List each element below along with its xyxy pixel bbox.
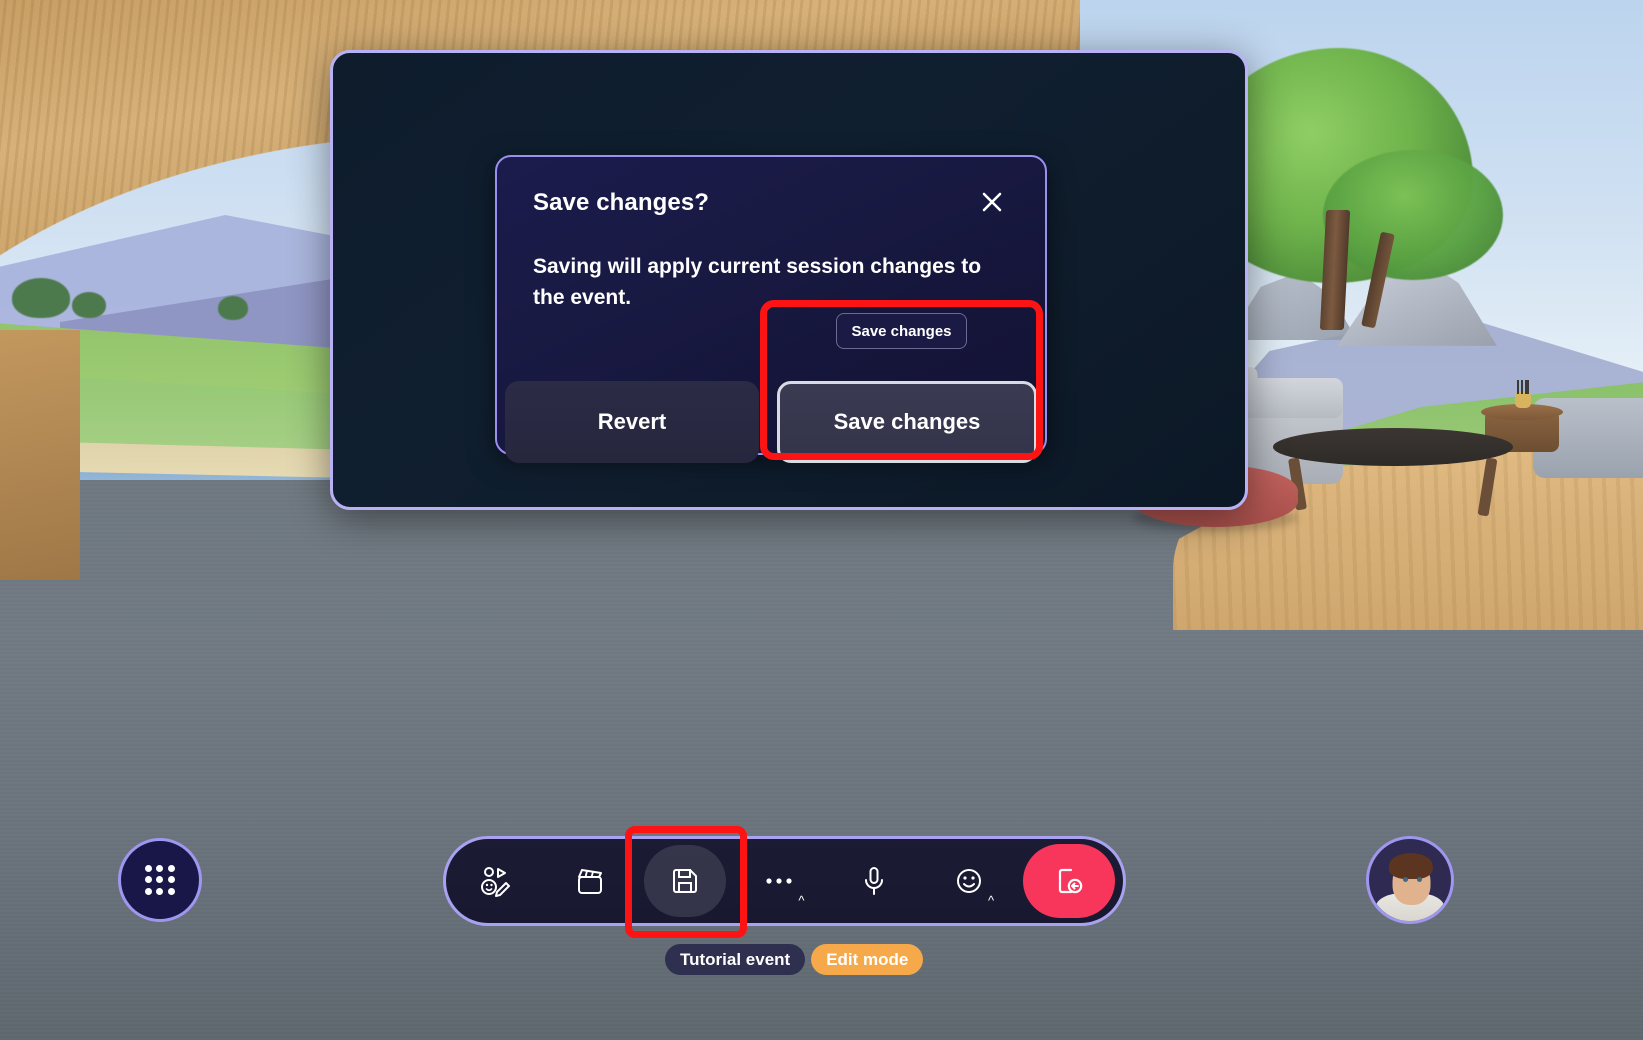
grid-dot bbox=[167, 876, 175, 884]
event-name-badge: Tutorial event bbox=[665, 944, 806, 975]
react-icon[interactable] bbox=[454, 845, 536, 917]
dialog-header: Save changes? bbox=[533, 189, 1009, 219]
tree-canopy-lower bbox=[1323, 150, 1503, 280]
coffee-table bbox=[1273, 428, 1513, 466]
grid-dot bbox=[145, 887, 153, 895]
app-launcher-button[interactable] bbox=[118, 838, 202, 922]
dialog-title: Save changes? bbox=[533, 189, 710, 216]
clapperboard-icon[interactable] bbox=[549, 845, 631, 917]
save-changes-dialog: Save changes? Saving will apply current … bbox=[495, 155, 1047, 463]
grid-dot bbox=[156, 887, 164, 895]
grid-dot bbox=[145, 865, 153, 873]
grid-dot bbox=[167, 887, 175, 895]
save-changes-button[interactable]: Save changes bbox=[777, 381, 1037, 463]
pens bbox=[1517, 380, 1529, 394]
edit-mode-badge: Edit mode bbox=[811, 944, 924, 975]
avatar-eye bbox=[1403, 877, 1408, 882]
avatar-hair bbox=[1388, 853, 1433, 879]
pen-cup bbox=[1515, 392, 1531, 408]
avatar-eye bbox=[1417, 877, 1422, 882]
leave-icon[interactable] bbox=[1022, 844, 1115, 918]
microphone-icon[interactable] bbox=[833, 845, 915, 917]
revert-button[interactable]: Revert bbox=[505, 381, 759, 463]
wooden-arch-leg bbox=[0, 330, 80, 580]
save-changes-tooltip: Save changes bbox=[836, 313, 967, 349]
grid-dot bbox=[156, 876, 164, 884]
bottom-toolbar: ^ ^ bbox=[443, 836, 1126, 926]
status-pills: Tutorial event Edit mode bbox=[665, 944, 924, 975]
avatar[interactable] bbox=[1366, 836, 1454, 924]
chevron-up-icon: ^ bbox=[798, 893, 805, 908]
chevron-up-icon: ^ bbox=[988, 893, 995, 908]
grid-dot bbox=[167, 865, 175, 873]
dialog-actions: Revert Save changes bbox=[505, 381, 1037, 463]
grid-dot bbox=[156, 865, 164, 873]
emoji-icon[interactable]: ^ bbox=[928, 845, 1010, 917]
save-icon[interactable] bbox=[643, 845, 726, 917]
close-icon[interactable] bbox=[975, 185, 1009, 219]
dialog-body-text: Saving will apply current session change… bbox=[533, 255, 982, 310]
app-stage: Save changes? Saving will apply current … bbox=[0, 0, 1643, 1040]
grid-dot bbox=[145, 876, 153, 884]
more-icon[interactable]: ^ bbox=[738, 845, 820, 917]
